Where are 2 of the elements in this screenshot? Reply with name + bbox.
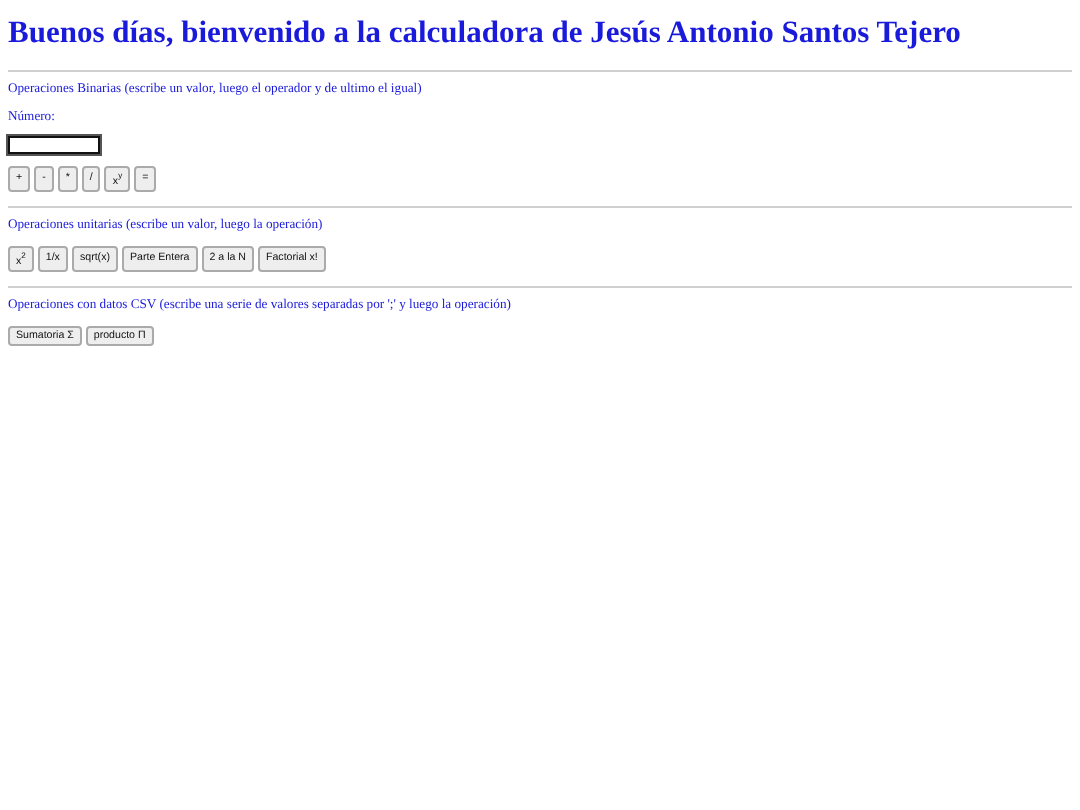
page-title: Buenos días, bienvenido a la calculadora de Jesús Antonio Santos Tejero	[8, 16, 963, 52]
number-input-field[interactable]	[8, 136, 100, 154]
